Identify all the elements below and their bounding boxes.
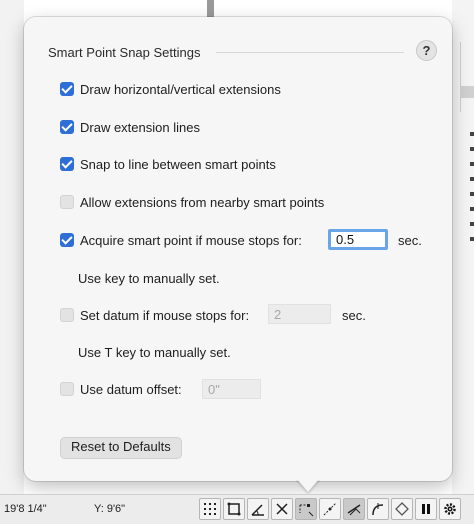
diamond-icon[interactable]: [391, 498, 413, 520]
smart-points-icon[interactable]: [295, 498, 317, 520]
checkbox[interactable]: [60, 382, 74, 396]
option-horizontal-vertical-extensions[interactable]: Draw horizontal/vertical extensions: [60, 79, 281, 99]
datum-delay-input[interactable]: [268, 304, 331, 324]
title-divider: [216, 52, 404, 53]
help-button[interactable]: ?: [416, 40, 437, 61]
x-coordinate-readout: 19'8 1/4": [4, 503, 47, 515]
snap-intersection-icon[interactable]: [271, 498, 293, 520]
datum-hint: Use T key to manually set.: [78, 345, 231, 360]
reset-to-defaults-button[interactable]: Reset to Defaults: [60, 437, 182, 459]
acquire-unit-label: sec.: [398, 233, 422, 248]
checkbox[interactable]: [60, 120, 74, 134]
checkbox[interactable]: [60, 157, 74, 171]
acquire-hint: Use key to manually set.: [78, 271, 220, 286]
status-bar: 19'8 1/4" Y: 9'6": [0, 494, 474, 524]
background-edge: [460, 42, 461, 112]
checkbox[interactable]: [60, 308, 74, 322]
acquire-delay-input[interactable]: [328, 229, 388, 250]
snap-object-icon[interactable]: [223, 498, 245, 520]
option-datum-offset[interactable]: Use datum offset:: [60, 379, 182, 399]
snap-distance-icon[interactable]: [319, 498, 341, 520]
checkbox[interactable]: [60, 195, 74, 209]
popover-title: Smart Point Snap Settings: [48, 45, 201, 60]
option-label: Set datum if mouse stops for:: [80, 307, 250, 323]
background-panel-right: [452, 0, 474, 494]
checkbox[interactable]: [60, 82, 74, 96]
datum-offset-input[interactable]: [202, 379, 261, 399]
gear-icon[interactable]: [439, 498, 461, 520]
snap-surface-icon[interactable]: [367, 498, 389, 520]
option-label: Draw extension lines: [80, 119, 200, 135]
smart-point-settings-popover: Smart Point Snap Settings ? Draw horizon…: [24, 17, 452, 481]
snap-tangent-icon[interactable]: [343, 498, 365, 520]
checkbox[interactable]: [60, 233, 74, 247]
background-panel-left: [0, 0, 24, 494]
option-label: Use datum offset:: [80, 381, 182, 397]
option-acquire-smart-point[interactable]: Acquire smart point if mouse stops for:: [60, 230, 302, 250]
option-extension-lines[interactable]: Draw extension lines: [60, 117, 200, 137]
option-snap-line-between-points[interactable]: Snap to line between smart points: [60, 154, 276, 174]
snap-grid-icon[interactable]: [199, 498, 221, 520]
pause-icon[interactable]: [415, 498, 437, 520]
option-label: Allow extensions from nearby smart point…: [80, 194, 325, 210]
snap-angle-icon[interactable]: [247, 498, 269, 520]
option-nearby-extensions[interactable]: Allow extensions from nearby smart point…: [60, 192, 324, 212]
background-ticks: [470, 132, 474, 241]
option-label: Acquire smart point if mouse stops for:: [80, 232, 302, 248]
background-band: [460, 86, 474, 98]
option-label: Snap to line between smart points: [80, 156, 276, 172]
y-coordinate-readout: Y: 9'6": [94, 503, 126, 515]
datum-unit-label: sec.: [342, 308, 366, 323]
popover-arrow: [296, 478, 320, 492]
option-set-datum[interactable]: Set datum if mouse stops for:: [60, 305, 249, 325]
option-label: Draw horizontal/vertical extensions: [80, 81, 281, 97]
